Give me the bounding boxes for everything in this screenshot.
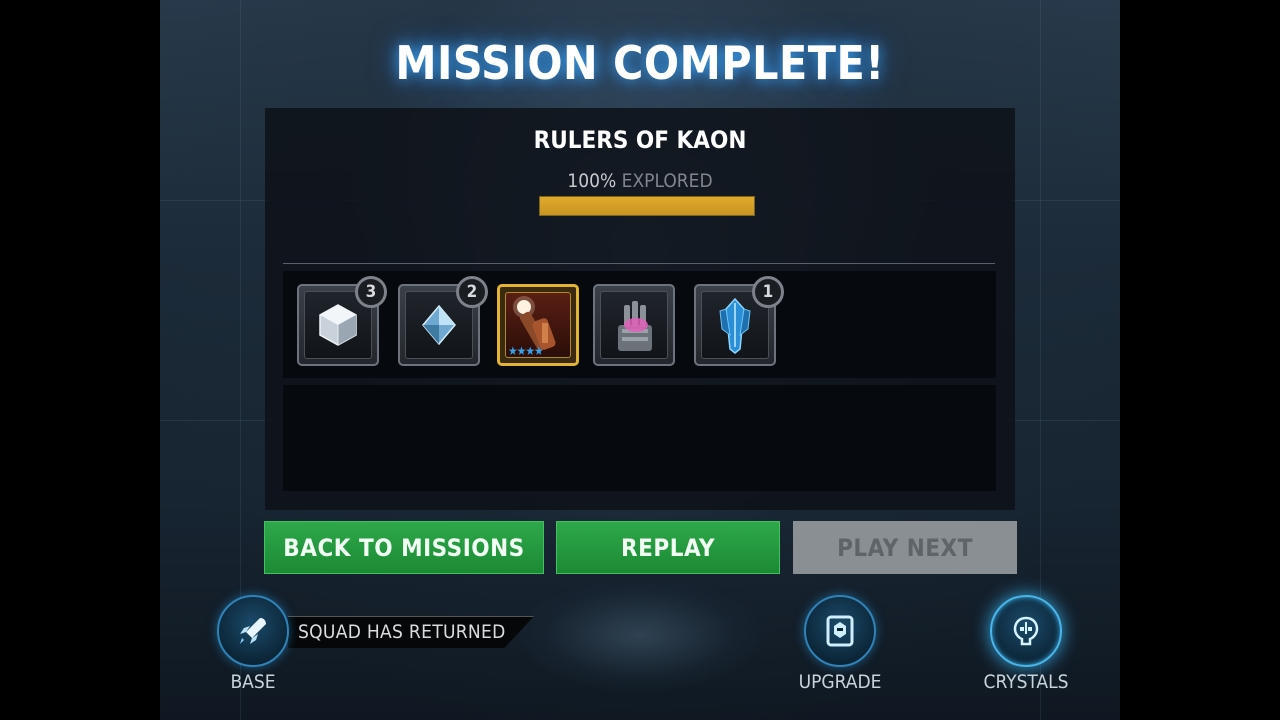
crystal-head-icon [1013, 616, 1039, 646]
exploration-progress-fill [540, 197, 754, 215]
explored-status: 100% EXPLORED [265, 170, 1015, 192]
base-button[interactable] [217, 595, 289, 667]
upgrade-button[interactable] [804, 595, 876, 667]
play-next-button[interactable]: PLAY NEXT [793, 521, 1017, 574]
back-to-missions-button[interactable]: BACK TO MISSIONS [264, 521, 544, 574]
reward-item[interactable]: 3 [297, 276, 387, 366]
explored-percent: 100% [567, 170, 617, 192]
reward-count-badge: 1 [752, 276, 784, 308]
exploration-progress-bar [539, 196, 755, 216]
rewards-row: 3 2 ★★★★ 1 [283, 271, 996, 378]
reward-item[interactable]: ★★★★ [497, 284, 579, 366]
upgrade-icon [826, 615, 854, 647]
reward-item[interactable]: 2 [398, 276, 488, 366]
upgrade-label: UPGRADE [798, 671, 882, 693]
squad-status-text: SQUAD HAS RETURNED [298, 621, 506, 643]
explored-label: EXPLORED [621, 170, 713, 192]
reward-item[interactable]: 1 [694, 276, 784, 366]
base-label: BASE [230, 671, 276, 693]
reward-count-badge: 2 [456, 276, 488, 308]
mission-result-panel: RULERS OF KAON 100% EXPLORED 3 2 ★★★★ 1 [265, 108, 1015, 510]
page-title: MISSION COMPLETE! [395, 36, 885, 90]
hero-star-rating: ★★★★ [508, 344, 544, 358]
crystals-button[interactable] [990, 595, 1062, 667]
gauntlet-gear-icon [600, 291, 668, 359]
rocket-icon [240, 618, 266, 644]
crystals-label: CRYSTALS [983, 671, 1069, 693]
reward-count-badge: 3 [355, 276, 387, 308]
background-platform [520, 580, 760, 690]
divider [283, 263, 995, 264]
rewards-row-empty [283, 385, 996, 491]
squad-status-banner: SQUAD HAS RETURNED [288, 616, 534, 648]
reward-item[interactable] [593, 284, 675, 366]
game-screen: MISSION COMPLETE! RULERS OF KAON 100% EX… [160, 0, 1120, 720]
mission-name: RULERS OF KAON [533, 126, 747, 154]
replay-button[interactable]: REPLAY [556, 521, 780, 574]
